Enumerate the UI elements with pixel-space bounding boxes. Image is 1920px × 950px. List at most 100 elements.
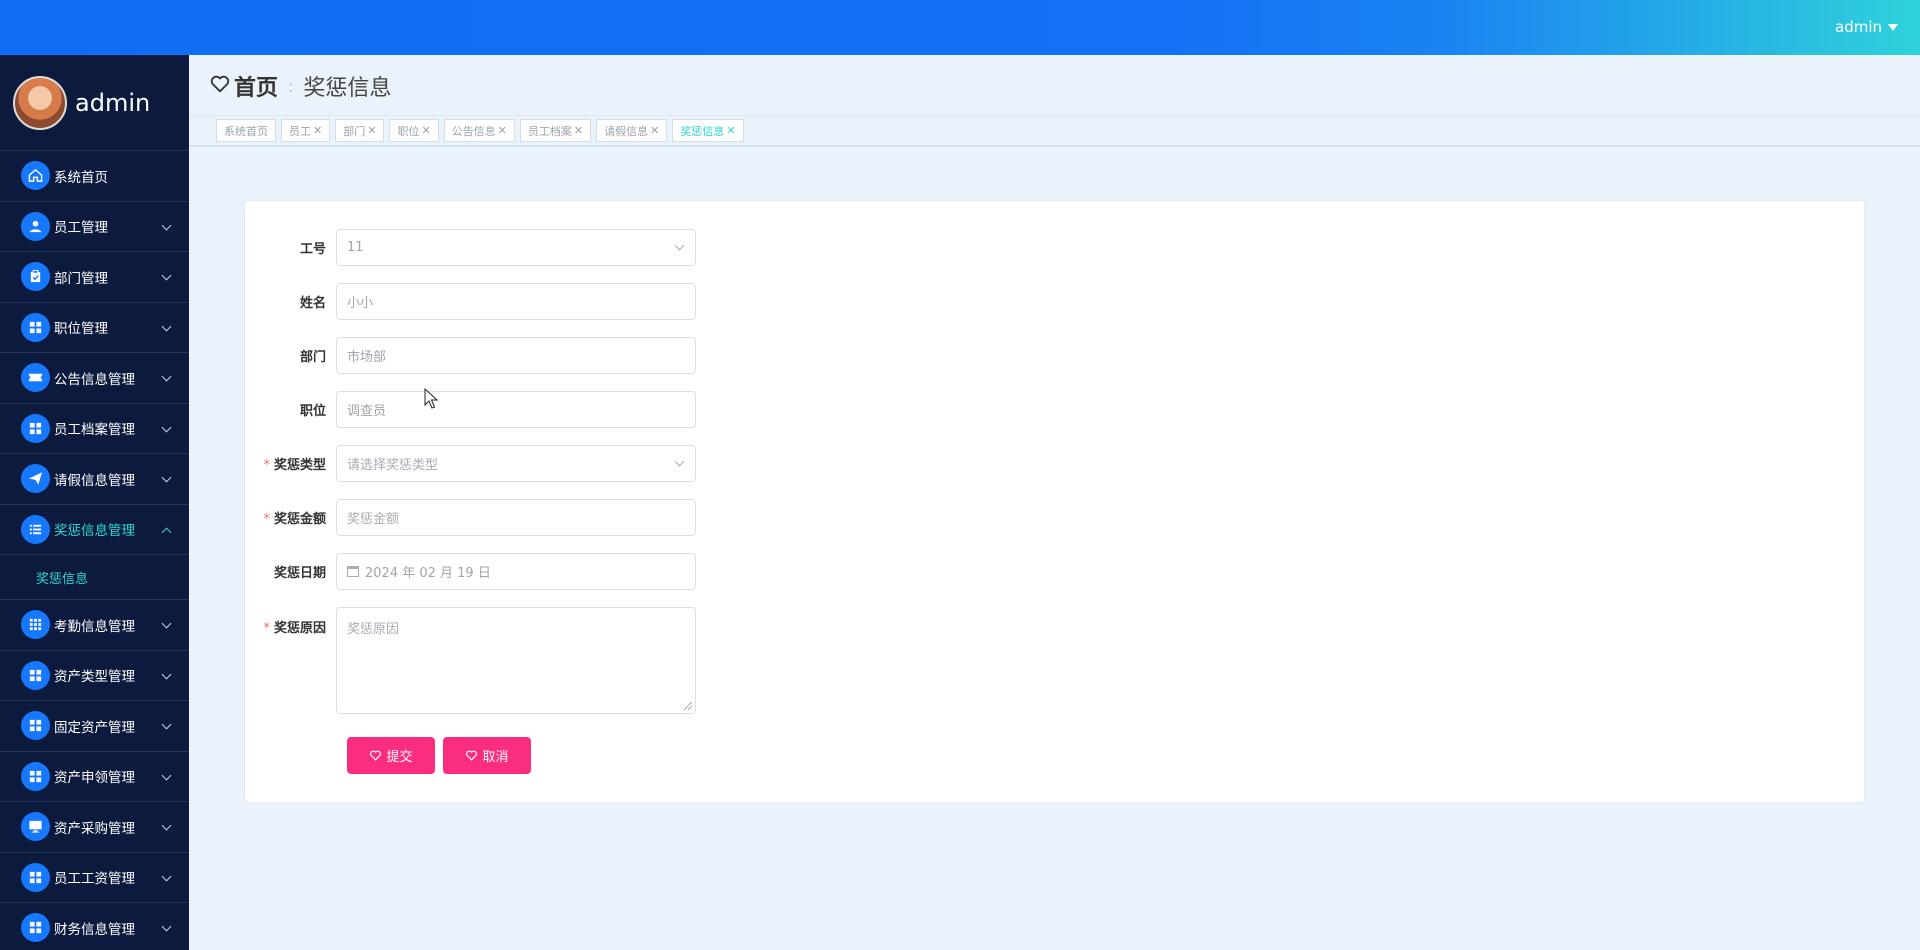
grid-icon xyxy=(21,711,50,741)
bumen-input[interactable]: 市场部 xyxy=(336,337,696,374)
required-mark: * xyxy=(263,621,270,636)
sidebar-item-label: 资产采购管理 xyxy=(54,820,135,837)
chevron-down-icon xyxy=(161,618,172,629)
form-row-jine: * 奖惩金额 奖惩金额 xyxy=(245,499,696,536)
chevron-down-icon xyxy=(161,220,172,230)
sidebar-item-finance[interactable]: 财务信息管理 xyxy=(0,903,189,950)
tab-label: 请假信息 xyxy=(604,124,649,138)
sidebar-item-asset-claim[interactable]: 资产申领管理 xyxy=(0,752,189,802)
sidebar-item-employee[interactable]: 员工管理 xyxy=(0,202,189,252)
chevron-down-icon xyxy=(161,871,172,881)
sidebar-item-salary[interactable]: 员工工资管理 xyxy=(0,853,189,903)
jine-input[interactable]: 奖惩金额 xyxy=(336,499,696,536)
tab-reward-info[interactable]: 奖惩信息 ✕ xyxy=(672,119,744,142)
resize-handle-icon[interactable] xyxy=(684,702,692,710)
sidebar-item-asset-purchase[interactable]: 资产采购管理 xyxy=(0,802,189,853)
sidebar-item-reward-punishment[interactable]: 奖惩信息管理 xyxy=(0,505,189,555)
chevron-down-icon xyxy=(161,321,172,331)
breadcrumb-current: 奖惩信息 xyxy=(303,76,392,101)
dots-grid-icon xyxy=(21,610,50,640)
zhiwei-label: 职位 xyxy=(299,404,326,419)
send-icon xyxy=(21,464,50,494)
sidebar-item-label: 部门管理 xyxy=(54,270,108,287)
zhiwei-input[interactable]: 调查员 xyxy=(336,391,696,428)
sidebar-item-label: 员工管理 xyxy=(54,220,108,237)
grid-icon xyxy=(21,761,50,791)
list-icon xyxy=(21,514,50,544)
close-icon[interactable]: ✕ xyxy=(574,124,583,137)
sidebar-item-label: 奖惩信息管理 xyxy=(54,523,135,540)
tab-position[interactable]: 职位 ✕ xyxy=(389,119,439,142)
jine-label-text: 奖惩金额 xyxy=(273,512,326,527)
submit-label: 提交 xyxy=(386,749,413,764)
close-icon[interactable]: ✕ xyxy=(367,124,376,137)
riqi-date-picker[interactable]: 2024 年 02 月 19 日 xyxy=(336,553,696,590)
close-icon[interactable]: ✕ xyxy=(313,124,322,137)
form-actions: 提交 取消 xyxy=(347,737,531,774)
tab-home[interactable]: 系统首页 xyxy=(216,119,276,142)
chevron-down-icon xyxy=(161,669,172,679)
riqi-value: 2024 年 02 月 19 日 xyxy=(365,566,491,581)
tab-leave[interactable]: 请假信息 ✕ xyxy=(596,119,668,142)
leixing-select[interactable]: 请选择奖惩类型 xyxy=(336,445,696,482)
sidebar-item-label: 考勤信息管理 xyxy=(54,618,135,635)
chevron-down-icon xyxy=(674,456,685,467)
chevron-down-icon xyxy=(161,820,172,831)
username: admin xyxy=(1835,18,1882,36)
tab-employee[interactable]: 员工 ✕ xyxy=(281,119,331,142)
tab-department[interactable]: 部门 ✕ xyxy=(335,119,385,142)
clipboard-icon xyxy=(21,262,50,292)
tab-announcement[interactable]: 公告信息 ✕ xyxy=(443,119,515,142)
chevron-down-icon xyxy=(161,270,172,281)
sidebar-item-home[interactable]: 系统首页 xyxy=(0,151,189,202)
close-icon[interactable]: ✕ xyxy=(498,124,507,137)
tab-employee-archive[interactable]: 员工档案 ✕ xyxy=(519,119,592,142)
yuanyin-placeholder: 奖惩原因 xyxy=(347,622,400,637)
sidebar-item-fixed-asset[interactable]: 固定资产管理 xyxy=(0,701,189,752)
xingming-input[interactable]: 小小 xyxy=(336,283,696,320)
sidebar-item-label: 资产申领管理 xyxy=(54,770,135,787)
tab-label: 员工 xyxy=(289,124,311,138)
yuanyin-label: * 奖惩原因 xyxy=(245,607,336,636)
sidebar-item-employee-archive[interactable]: 员工档案管理 xyxy=(0,404,189,454)
chevron-down-icon xyxy=(161,371,172,382)
grid-icon xyxy=(21,413,50,443)
gonghao-label: 工号 xyxy=(299,242,326,257)
sidebar-item-department[interactable]: 部门管理 xyxy=(0,252,189,303)
cancel-button[interactable]: 取消 xyxy=(443,737,531,774)
cancel-label: 取消 xyxy=(482,749,509,764)
close-icon[interactable]: ✕ xyxy=(726,124,735,137)
chevron-down-icon xyxy=(161,770,172,780)
breadcrumb-home[interactable]: 首页 xyxy=(234,70,278,102)
bumen-value: 市场部 xyxy=(347,350,387,365)
required-mark: * xyxy=(263,458,270,473)
chevron-down-icon xyxy=(674,240,685,251)
sidebar-item-asset-type[interactable]: 资产类型管理 xyxy=(0,651,189,701)
sidebar-item-attendance[interactable]: 考勤信息管理 xyxy=(0,600,189,651)
sidebar-item-leave[interactable]: 请假信息管理 xyxy=(0,454,189,505)
chevron-down-icon xyxy=(161,921,172,932)
close-icon[interactable]: ✕ xyxy=(650,124,659,137)
home-icon xyxy=(21,161,50,191)
calendar-icon xyxy=(347,566,359,577)
sidebar-subitem-reward-info[interactable]: 奖惩信息 xyxy=(0,555,189,600)
submit-button[interactable]: 提交 xyxy=(347,737,435,774)
sidebar-item-position[interactable]: 职位管理 xyxy=(0,303,189,353)
sidebar-item-label: 财务信息管理 xyxy=(54,921,135,938)
yuanyin-textarea[interactable]: 奖惩原因 xyxy=(336,607,696,714)
tab-label: 员工档案 xyxy=(527,124,572,138)
form-card: 工号 11 姓名 小小 部门 市场部 职位 调查员 * 奖惩类型 请选择奖惩类型 … xyxy=(244,200,1865,803)
gonghao-select[interactable]: 11 xyxy=(336,229,696,266)
heart-icon xyxy=(209,73,231,99)
form-row-gonghao: 工号 11 xyxy=(245,229,696,266)
tab-label: 奖惩信息 xyxy=(680,124,725,138)
close-icon[interactable]: ✕ xyxy=(421,124,430,137)
sidebar-item-announcement[interactable]: 公告信息管理 xyxy=(0,353,189,404)
chevron-down-icon xyxy=(161,719,172,730)
grid-icon xyxy=(21,862,50,892)
yuanyin-label-text: 奖惩原因 xyxy=(273,621,326,636)
form-row-riqi: 奖惩日期 2024 年 02 月 19 日 xyxy=(245,553,696,590)
user-menu[interactable]: admin xyxy=(1835,18,1898,36)
jine-label: * 奖惩金额 xyxy=(245,508,336,527)
profile-name: admin xyxy=(75,88,151,117)
